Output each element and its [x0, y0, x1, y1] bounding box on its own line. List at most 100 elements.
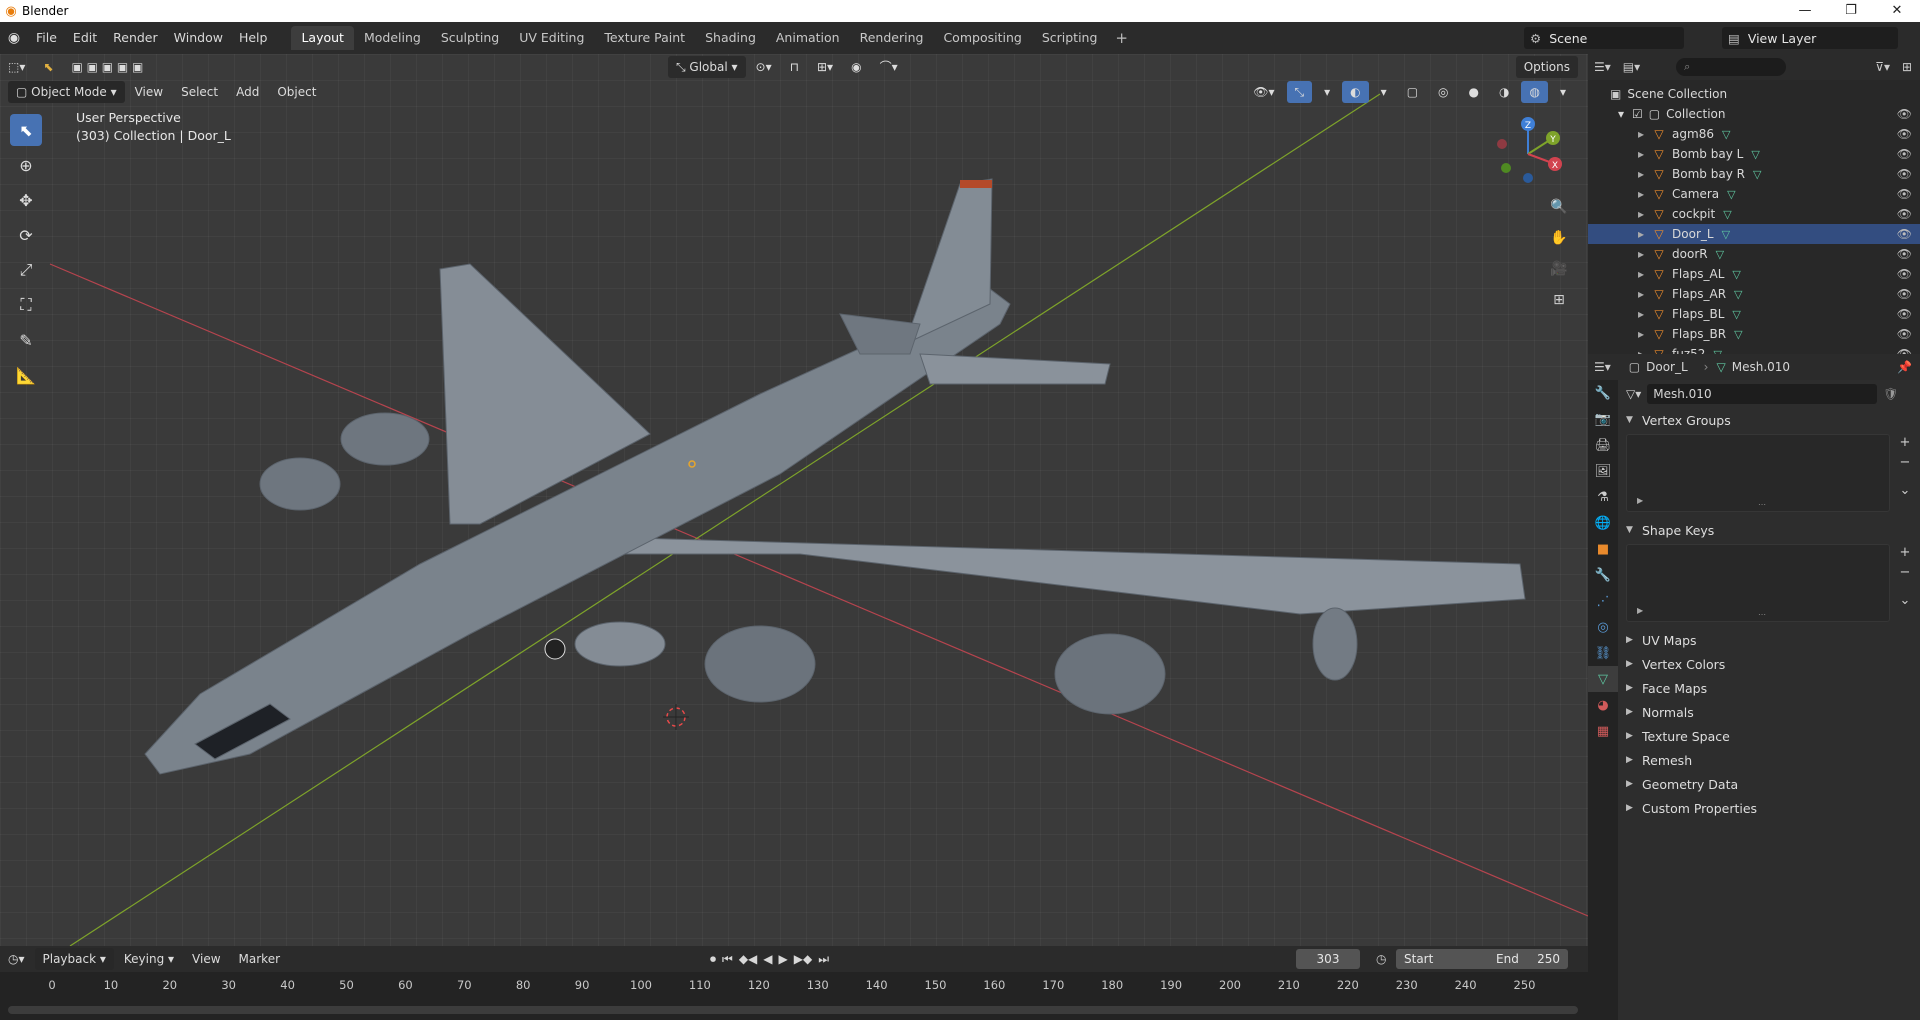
mesh-data-tab-icon[interactable]: ▽ — [1588, 666, 1618, 692]
jump-start-icon[interactable]: ⏮ — [722, 952, 733, 967]
list-resize-handle[interactable]: ⋯ — [1758, 610, 1766, 619]
timeline-editor-type-icon[interactable]: ◷▾ — [0, 948, 33, 970]
tool-tab-icon[interactable]: 🔧 — [1588, 380, 1618, 406]
keying-menu[interactable]: Keying ▾ — [116, 948, 182, 970]
current-frame-field[interactable]: 303 — [1296, 949, 1360, 969]
mesh-data-icon[interactable]: ▽ — [1722, 128, 1730, 141]
remove-vertex-group-button[interactable]: − — [1896, 454, 1914, 472]
vertex-group-menu-icon[interactable]: ⌄ — [1896, 482, 1914, 500]
expand-arrow-icon[interactable]: ▸ — [1638, 307, 1644, 321]
menu-help[interactable]: Help — [231, 22, 276, 54]
scene-collection-row[interactable]: ▣ Scene Collection — [1588, 84, 1920, 104]
mesh-browse-icon[interactable]: ▽▾ — [1626, 387, 1641, 401]
menu-edit[interactable]: Edit — [65, 22, 105, 54]
properties-editor[interactable]: ☰▾ ▢ Door_L › ▽ Mesh.010 📌 🔧 📷 🖨 🖼 ⚗ 🌐 ■… — [1588, 354, 1920, 1020]
options-button[interactable]: Options — [1515, 56, 1578, 78]
outliner-object-row[interactable]: ▸ ▽ Bomb bay R ▽ 👁 — [1588, 164, 1920, 184]
transform-icon[interactable]: ⛶ — [10, 289, 42, 321]
gizmo-toggle-icon[interactable]: ⤡ — [1286, 81, 1313, 103]
eye-icon[interactable]: 👁 — [1897, 247, 1912, 261]
list-resize-handle[interactable]: ⋯ — [1758, 500, 1766, 509]
prev-keyframe-icon[interactable]: ◆◀ — [739, 952, 757, 967]
xray-icon[interactable]: ▢ — [1399, 81, 1426, 103]
texture-tab-icon[interactable]: ▦ — [1588, 718, 1618, 744]
eye-icon[interactable]: 👁 — [1897, 147, 1912, 161]
marker-menu[interactable]: Marker — [231, 948, 288, 970]
snap-icon[interactable]: ⊓ — [782, 56, 807, 78]
object-tab-icon[interactable]: ■ — [1588, 536, 1618, 562]
tab-uv-editing[interactable]: UV Editing — [509, 26, 594, 50]
outliner[interactable]: ☰▾ ▤▾ ⌕ ⊽▾ ⊞ ▣ Scene Collection ▾ ☑ ▢ Co… — [1588, 54, 1920, 361]
eye-icon[interactable]: 👁 — [1897, 227, 1912, 241]
pivot-icon[interactable]: ⊙▾ — [748, 56, 780, 78]
mesh-data-icon[interactable]: ▽ — [1722, 228, 1730, 241]
tab-compositing[interactable]: Compositing — [933, 26, 1031, 50]
world-tab-icon[interactable]: 🌐 — [1588, 510, 1618, 536]
expand-arrow-icon[interactable]: ▸ — [1638, 167, 1644, 181]
output-tab-icon[interactable]: 🖨 — [1588, 432, 1618, 458]
outliner-object-row[interactable]: ▸ ▽ Flaps_BL ▽ 👁 — [1588, 304, 1920, 324]
particles-tab-icon[interactable]: ⋰ — [1588, 588, 1618, 614]
collapsed-panel[interactable]: ▶ Texture Space — [1618, 724, 1920, 748]
mesh-data-icon[interactable]: ▽ — [1734, 288, 1742, 301]
expand-arrow-icon[interactable]: ▸ — [1638, 287, 1644, 301]
overlays-dropdown-icon[interactable]: ▾ — [1373, 81, 1395, 103]
3d-cursor[interactable] — [663, 704, 689, 730]
tab-animation[interactable]: Animation — [766, 26, 850, 50]
falloff-icon[interactable]: ⌒▾ — [872, 56, 906, 78]
add-menu[interactable]: Add — [228, 81, 267, 103]
play-icon[interactable]: ▶ — [779, 952, 788, 967]
overlays-toggle-icon[interactable]: ◐ — [1342, 81, 1369, 103]
wireframe-shading-icon[interactable]: ◎ — [1430, 81, 1456, 103]
timeline-scrollbar[interactable] — [8, 1006, 1578, 1014]
eye-icon[interactable]: 👁 — [1897, 127, 1912, 141]
pan-hand-icon[interactable]: ✋ — [1546, 225, 1572, 251]
measure-icon[interactable]: 📐 — [10, 359, 42, 391]
clock-icon[interactable]: ◷ — [1376, 952, 1386, 966]
eye-icon[interactable]: 👁 — [1897, 327, 1912, 341]
expand-arrow-icon[interactable]: ▸ — [1638, 227, 1644, 241]
outliner-object-row[interactable]: ▸ ▽ Flaps_AR ▽ 👁 — [1588, 284, 1920, 304]
mesh-name-field[interactable]: Mesh.010 — [1647, 384, 1878, 404]
close-button[interactable]: ✕ — [1874, 0, 1920, 22]
editor-type-icon[interactable]: ⬚▾ — [0, 56, 33, 78]
restore-button[interactable]: ❐ — [1828, 0, 1874, 22]
proportional-edit-icon[interactable]: ◉ — [843, 56, 869, 78]
visibility-icon[interactable]: 👁▾ — [1245, 81, 1282, 103]
outliner-object-row[interactable]: ▸ ▽ Flaps_AL ▽ 👁 — [1588, 264, 1920, 284]
outliner-object-row[interactable]: ▸ ▽ doorR ▽ 👁 — [1588, 244, 1920, 264]
transform-orientation-dropdown[interactable]: ⤡ Global ▾ — [668, 56, 746, 78]
view-layer-tab-icon[interactable]: 🖼 — [1588, 458, 1618, 484]
solid-shading-icon[interactable]: ● — [1461, 81, 1487, 103]
object-menu[interactable]: Object — [269, 81, 324, 103]
mesh-data-icon[interactable]: ▽ — [1723, 208, 1731, 221]
tab-texture-paint[interactable]: Texture Paint — [594, 26, 695, 50]
tab-scripting[interactable]: Scripting — [1032, 26, 1108, 50]
select-menu[interactable]: Select — [173, 81, 226, 103]
timeline-ruler[interactable]: 0 10 20 30 40 50 60 70 80 90 100 110 120 130 140 150 160… — [0, 972, 1588, 998]
shape-key-menu-icon[interactable]: ⌄ — [1896, 592, 1914, 610]
scene-selector[interactable]: ⚙ Scene — [1524, 27, 1684, 49]
record-icon[interactable]: ⏺ — [710, 952, 716, 967]
rendered-shading-icon[interactable]: ◍ — [1521, 81, 1548, 103]
tab-rendering[interactable]: Rendering — [850, 26, 934, 50]
outliner-object-row[interactable]: ▸ ▽ cockpit ▽ 👁 — [1588, 204, 1920, 224]
expand-arrow-icon[interactable]: ▸ — [1638, 147, 1644, 161]
collapsed-panel[interactable]: ▶ Face Maps — [1618, 676, 1920, 700]
tab-shading[interactable]: Shading — [695, 26, 766, 50]
mesh-data-icon[interactable]: ▽ — [1734, 328, 1742, 341]
rotate-icon[interactable]: ⟳ — [10, 219, 42, 251]
select-box-icon[interactable]: ⬉ — [10, 114, 42, 146]
expand-arrow-icon[interactable]: ▸ — [1638, 207, 1644, 221]
cursor-icon[interactable]: ⊕ — [10, 149, 42, 181]
outliner-object-row[interactable]: ▸ ▽ Door_L ▽ 👁 — [1588, 224, 1920, 244]
mesh-data-icon[interactable]: ▽ — [1753, 168, 1761, 181]
collapsed-panel[interactable]: ▶ Geometry Data — [1618, 772, 1920, 796]
collapsed-panel[interactable]: ▶ Normals — [1618, 700, 1920, 724]
playback-menu[interactable]: Playback ▾ — [34, 948, 114, 970]
annotate-icon[interactable]: ✎ — [10, 324, 42, 356]
properties-editor-icon[interactable]: ☰▾ — [1594, 360, 1611, 374]
pin-icon[interactable]: 📌 — [1897, 360, 1912, 374]
eye-icon[interactable]: 👁 — [1897, 107, 1912, 121]
move-icon[interactable]: ✥ — [10, 184, 42, 216]
